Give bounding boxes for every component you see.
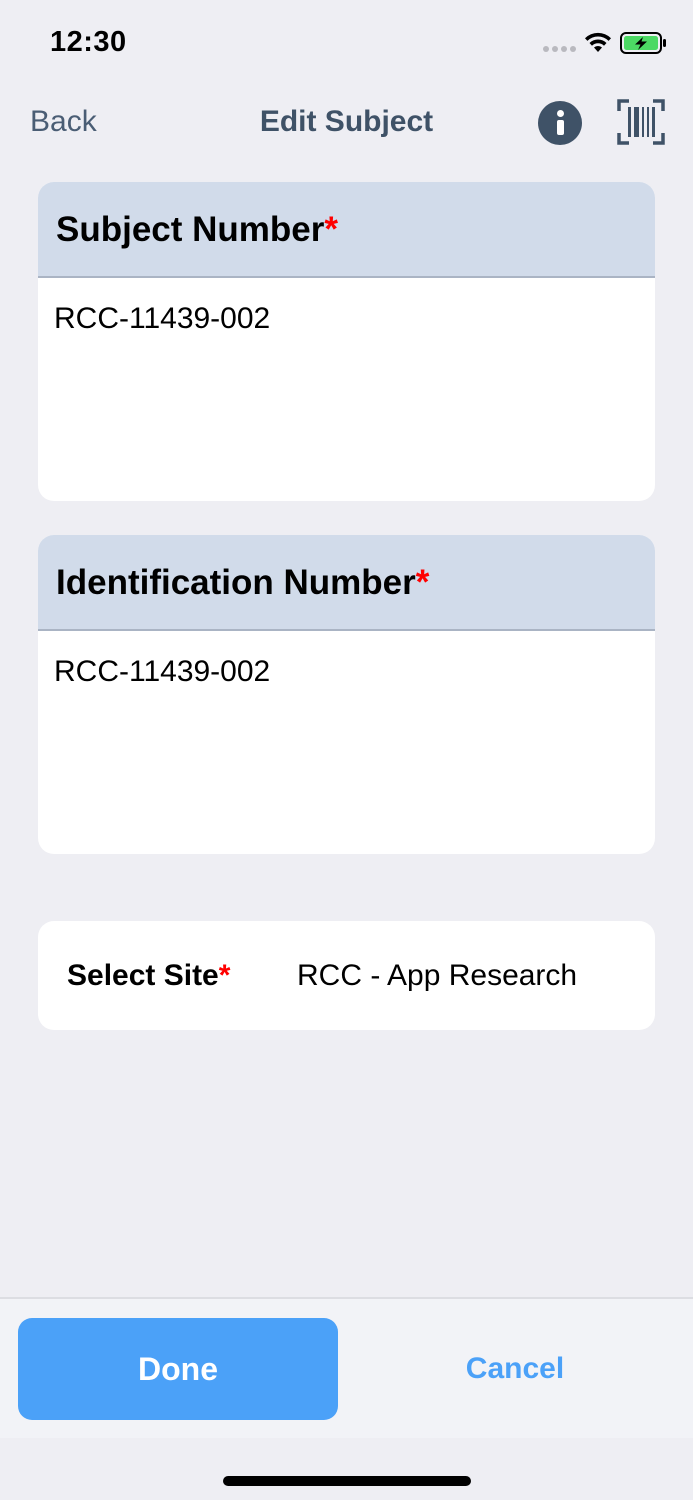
required-indicator: *	[218, 959, 231, 992]
status-time: 12:30	[50, 26, 127, 58]
barcode-scan-icon[interactable]	[617, 99, 665, 145]
subject-number-field[interactable]: RCC-11439-002	[54, 302, 270, 336]
info-icon[interactable]	[538, 101, 582, 145]
subject-number-card: Subject Number* RCC-11439-002	[38, 182, 655, 501]
wifi-icon	[585, 32, 611, 52]
cellular-signal-icon	[543, 46, 577, 52]
home-indicator[interactable]	[223, 1476, 471, 1486]
identification-number-label: Identification Number*	[56, 563, 430, 602]
bottom-toolbar: Done Cancel	[0, 1297, 693, 1438]
page-title: Edit Subject	[259, 105, 434, 138]
subject-number-header: Subject Number*	[38, 182, 655, 278]
required-indicator: *	[324, 210, 339, 249]
select-site-label: Select Site*	[67, 959, 231, 992]
select-site-row[interactable]: Select Site* RCC - App Research	[38, 921, 655, 1030]
status-bar: 12:30	[0, 0, 693, 84]
required-indicator: *	[415, 563, 430, 602]
navigation-bar: Back Edit Subject	[0, 84, 693, 164]
identification-number-field[interactable]: RCC-11439-002	[54, 655, 270, 689]
subject-number-label: Subject Number*	[56, 210, 339, 249]
identification-number-header: Identification Number*	[38, 535, 655, 631]
battery-charging-icon	[620, 32, 666, 54]
identification-number-card: Identification Number* RCC-11439-002	[38, 535, 655, 854]
select-site-value[interactable]: RCC - App Research	[297, 959, 577, 993]
cancel-button[interactable]: Cancel	[355, 1318, 675, 1420]
home-indicator-area	[0, 1438, 693, 1500]
done-button[interactable]: Done	[18, 1318, 338, 1420]
